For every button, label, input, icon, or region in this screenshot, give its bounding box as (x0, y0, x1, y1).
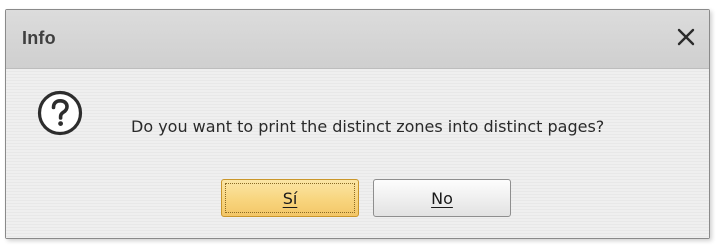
question-icon (37, 90, 83, 136)
no-button[interactable]: No (373, 179, 511, 217)
no-button-label: No (431, 188, 453, 208)
close-icon (677, 28, 695, 46)
info-dialog: Info Do you want to print the distinct z… (5, 9, 710, 239)
close-button[interactable] (671, 22, 701, 52)
dialog-titlebar[interactable]: Info (6, 10, 709, 69)
dialog-content: Do you want to print the distinct zones … (6, 69, 709, 238)
dialog-message: Do you want to print the distinct zones … (131, 117, 605, 136)
yes-button[interactable]: Sí (221, 179, 359, 217)
dialog-title: Info (22, 28, 56, 48)
yes-button-label: Sí (282, 188, 298, 208)
